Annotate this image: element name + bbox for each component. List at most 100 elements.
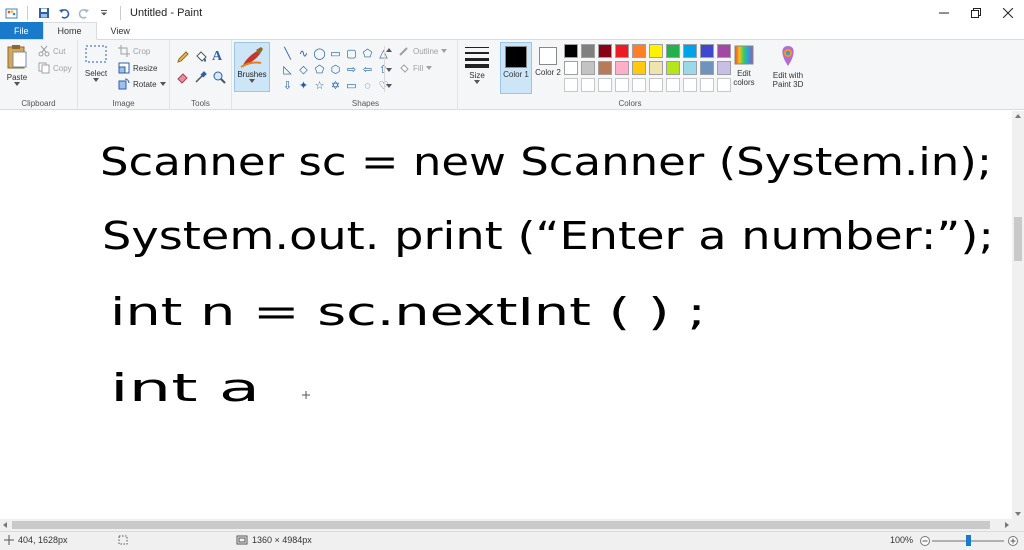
palette-swatch[interactable]: [700, 44, 714, 58]
curve-shape-icon[interactable]: ∿: [296, 46, 311, 61]
custom-color-slot[interactable]: [683, 78, 697, 92]
zoom-in-button[interactable]: [1008, 536, 1018, 546]
horizontal-scrollbar[interactable]: [0, 519, 1024, 531]
five-point-star-shape-icon[interactable]: ☆: [312, 78, 327, 93]
crosshair-icon: [4, 535, 14, 545]
paste-button[interactable]: Paste: [6, 44, 28, 86]
chevron-down-icon: [474, 80, 480, 84]
palette-swatch[interactable]: [615, 61, 629, 75]
tools-group: A Tools: [170, 40, 232, 110]
palette-swatch[interactable]: [598, 44, 612, 58]
size-button[interactable]: Size: [464, 44, 490, 84]
fill-button[interactable]: Fill: [398, 61, 433, 75]
redo-icon[interactable]: [77, 6, 91, 20]
save-icon[interactable]: [37, 6, 51, 20]
vertical-scrollbar[interactable]: [1012, 111, 1024, 519]
palette-swatch[interactable]: [683, 44, 697, 58]
palette-swatch[interactable]: [598, 61, 612, 75]
rounded-rectangle-shape-icon[interactable]: ▢: [344, 46, 359, 61]
pentagon-shape-icon[interactable]: ⬠: [312, 62, 327, 77]
tab-view[interactable]: View: [97, 22, 144, 39]
magnifier-icon[interactable]: [212, 70, 226, 87]
edit-colors-button[interactable]: Edit colors: [730, 44, 758, 87]
palette-swatch[interactable]: [666, 44, 680, 58]
line-shape-icon[interactable]: ╲: [280, 46, 295, 61]
zoom-out-button[interactable]: [920, 536, 930, 546]
custom-color-slot[interactable]: [632, 78, 646, 92]
scroll-down-icon: [1015, 512, 1021, 516]
select-button[interactable]: Select: [84, 44, 108, 82]
resize-button[interactable]: Resize: [118, 61, 157, 75]
tab-home[interactable]: Home: [42, 22, 97, 40]
size-label: Size: [469, 71, 485, 80]
rotate-button[interactable]: Rotate: [118, 77, 166, 91]
color1-swatch: [505, 46, 527, 68]
palette-swatch[interactable]: [581, 61, 595, 75]
custom-color-slot[interactable]: [598, 78, 612, 92]
color-picker-icon[interactable]: [194, 70, 208, 87]
fill-bucket-icon[interactable]: [194, 50, 208, 67]
right-arrow-shape-icon[interactable]: ⇨: [344, 62, 359, 77]
palette-swatch[interactable]: [632, 44, 646, 58]
shapes-gallery-scroll[interactable]: [384, 46, 394, 92]
palette-swatch[interactable]: [700, 61, 714, 75]
undo-icon[interactable]: [57, 6, 71, 20]
custom-color-slot[interactable]: [564, 78, 578, 92]
eraser-icon[interactable]: [176, 70, 190, 87]
palette-swatch[interactable]: [717, 61, 731, 75]
palette-swatch[interactable]: [564, 61, 578, 75]
edit-with-paint3d-button[interactable]: Edit with Paint 3D: [768, 44, 808, 89]
diamond-shape-icon[interactable]: ◇: [296, 62, 311, 77]
custom-color-slot[interactable]: [666, 78, 680, 92]
customize-qat-icon[interactable]: [97, 6, 111, 20]
paint-app-icon[interactable]: [4, 6, 18, 20]
palette-swatch[interactable]: [649, 44, 663, 58]
drawing-canvas[interactable]: Scanner sc = new Scanner (System.in); Sy…: [6, 111, 1012, 519]
oval-shape-icon[interactable]: ◯: [312, 46, 327, 61]
four-point-star-shape-icon[interactable]: ✦: [296, 78, 311, 93]
scissors-icon: [38, 45, 50, 57]
vertical-scroll-thumb[interactable]: [1014, 217, 1022, 261]
outline-button[interactable]: Outline: [398, 44, 448, 58]
text-tool-icon[interactable]: A: [212, 49, 222, 65]
palette-swatch[interactable]: [615, 44, 629, 58]
custom-color-slot[interactable]: [615, 78, 629, 92]
brushes-button[interactable]: Brushes: [234, 42, 270, 92]
selection-size-status: [118, 535, 128, 545]
copy-button[interactable]: Copy: [38, 61, 72, 75]
palette-swatch[interactable]: [632, 61, 646, 75]
zoom-level-text: 100%: [890, 535, 914, 545]
custom-color-slot[interactable]: [649, 78, 663, 92]
polygon-shape-icon[interactable]: ⬠: [360, 46, 375, 61]
custom-color-slot[interactable]: [717, 78, 731, 92]
right-triangle-shape-icon[interactable]: ◺: [280, 62, 295, 77]
left-arrow-shape-icon[interactable]: ⇦: [360, 62, 375, 77]
color1-button[interactable]: Color 1: [500, 42, 532, 94]
hexagon-shape-icon[interactable]: ⬡: [328, 62, 343, 77]
down-arrow-shape-icon[interactable]: ⇩: [280, 78, 295, 93]
cut-button[interactable]: Cut: [38, 44, 65, 58]
custom-color-slot[interactable]: [700, 78, 714, 92]
selection-icon: [118, 535, 128, 545]
palette-swatch[interactable]: [683, 61, 697, 75]
palette-swatch[interactable]: [717, 44, 731, 58]
callout-shape-icon[interactable]: ▭: [344, 78, 359, 93]
rectangle-shape-icon[interactable]: ▭: [328, 46, 343, 61]
palette-swatch[interactable]: [581, 44, 595, 58]
zoom-status: 100%: [890, 535, 913, 545]
resize-icon: [118, 62, 130, 74]
palette-swatch[interactable]: [564, 44, 578, 58]
crop-icon: [118, 45, 130, 57]
oval-callout-shape-icon[interactable]: ◌: [360, 78, 375, 93]
cursor-position-text: 404, 1628px: [18, 535, 68, 545]
palette-swatch[interactable]: [649, 61, 663, 75]
color2-button[interactable]: Color 2: [532, 42, 564, 94]
palette-swatch[interactable]: [666, 61, 680, 75]
six-point-star-shape-icon[interactable]: ✡: [328, 78, 343, 93]
crop-button[interactable]: Crop: [118, 44, 150, 58]
tab-file[interactable]: File: [0, 22, 43, 39]
zoom-slider-thumb[interactable]: [966, 535, 971, 546]
horizontal-scroll-thumb[interactable]: [12, 521, 990, 529]
custom-color-slot[interactable]: [581, 78, 595, 92]
pencil-icon[interactable]: [176, 50, 190, 67]
